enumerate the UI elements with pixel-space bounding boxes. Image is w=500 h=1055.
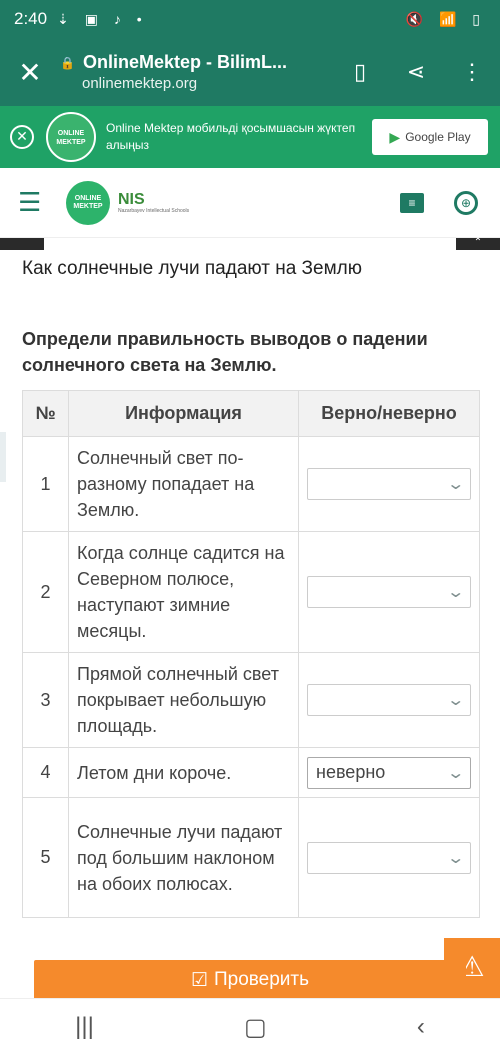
row-info: Прямой солнечный свет покрывает небольшу… [68,652,299,748]
globe-icon[interactable]: ⊕ [454,190,478,215]
side-indicator [0,432,6,482]
table-row: 2 Когда солнце садится на Северном полюс… [22,531,480,653]
chevron-down-icon: ⌄ [445,764,465,782]
app-promo-banner: ✕ ONLINE MEKTEP Online Mektep мобильді қ… [0,106,500,168]
header-number: № [22,390,69,437]
table-header-row: № Информация Верно/неверно [22,390,480,437]
header-answer: Верно/неверно [298,390,480,437]
row-number: 5 [22,797,69,918]
page-title: Как солнечные лучи падают на Землю [22,258,362,279]
check-button[interactable]: ☑ Проверить [34,960,466,1000]
menu-icon[interactable]: ☰ [18,187,48,218]
chevron-down-icon: ⌄ [445,584,465,601]
row-number: 3 [22,652,69,748]
table-row: 4 Летом дни короче. неверно ⌄ [22,747,480,798]
nis-label: NIS [118,190,145,208]
google-play-button[interactable]: ▶ Google Play [372,119,488,155]
close-icon[interactable]: ✕ [0,56,60,89]
row-info: Солнечный свет по-разному попадает на Зе… [68,436,299,532]
lock-icon: 🔒 [60,55,75,70]
promo-logo: ONLINE MEKTEP [46,112,96,162]
url-host: onlinemektep.org [82,75,198,92]
chevron-down-icon: ⌄ [445,692,465,709]
table-row: 1 Солнечный свет по-разному попадает на … [22,436,480,532]
nis-subtitle: Nazarbayev Intellectual Schools [118,207,190,214]
status-time: 2:40 [14,9,48,28]
table-row: 5 Солнечные лучи падают под большим накл… [22,797,480,918]
chevron-down-icon: ⌄ [445,476,465,493]
table-row: 3 Прямой солнечный свет покрывает неболь… [22,652,480,748]
checkbox-icon: ☑ [190,969,208,991]
answer-select[interactable]: неверно ⌄ [307,756,471,789]
bookmark-icon[interactable]: ▯ [332,59,388,85]
answer-value: неверно [316,762,386,782]
system-icons: 🔇 📶 ▯ [405,10,486,27]
main-content: Как солнечные лучи падают на Землю Опред… [22,258,482,918]
store-label: Google Play [405,130,471,144]
nis-logo: NIS Nazarbayev Intellectual Schools [118,190,190,214]
play-store-icon: ▶ [389,128,401,145]
row-number: 4 [22,747,69,798]
share-icon[interactable]: ⋖ [388,59,444,85]
answer-select[interactable]: ⌄ [307,841,471,874]
promo-text: Online Mektep мобильді қосымшасын жүктеп… [106,121,356,152]
url-box[interactable]: 🔒 OnlineMektep - BilimL... onlinemektep.o… [60,52,332,92]
row-info: Летом дни короче. [68,747,299,798]
android-nav-bar: ||| ▢ ‹ [0,998,500,1055]
collapse-right-tab[interactable]: ⌃ [456,238,500,250]
answer-select[interactable]: ⌄ [307,576,471,608]
answer-table: № Информация Верно/неверно 1 Солнечный с… [22,390,480,918]
header-info: Информация [68,390,299,437]
task-instruction: Определи правильность выводов о падении … [22,329,428,375]
list-icon[interactable]: ≡ [400,192,424,213]
answer-select[interactable]: ⌄ [307,468,471,500]
notification-icons: ⇣ ▣ ♪ • [57,10,148,27]
site-logo[interactable]: ONLINE MEKTEP [66,180,110,225]
back-icon[interactable]: ‹ [417,1013,425,1041]
check-label: Проверить [214,969,310,990]
more-menu-icon[interactable]: ⋮ [444,59,500,85]
row-info: Солнечные лучи падают под большим наклон… [68,797,299,918]
status-bar: 2:40 ⇣ ▣ ♪ • 🔇 📶 ▯ [0,0,500,38]
row-number: 2 [22,531,69,653]
close-banner-icon[interactable]: ✕ [10,125,34,149]
recent-apps-icon[interactable]: ||| [75,1013,94,1041]
row-info: Когда солнце садится на Северном полюсе,… [68,531,299,653]
browser-toolbar: ✕ 🔒 OnlineMektep - BilimL... onlinemektep… [0,38,500,106]
answer-select[interactable]: ⌄ [307,684,471,716]
site-header: ☰ ONLINE MEKTEP NIS Nazarbayev Intellect… [0,168,500,238]
chevron-down-icon: ⌄ [445,849,465,867]
home-icon[interactable]: ▢ [244,1013,267,1042]
page-tab-title: OnlineMektep - BilimL... [82,52,287,72]
row-number: 1 [22,436,69,532]
collapse-left-tab[interactable] [0,238,44,250]
